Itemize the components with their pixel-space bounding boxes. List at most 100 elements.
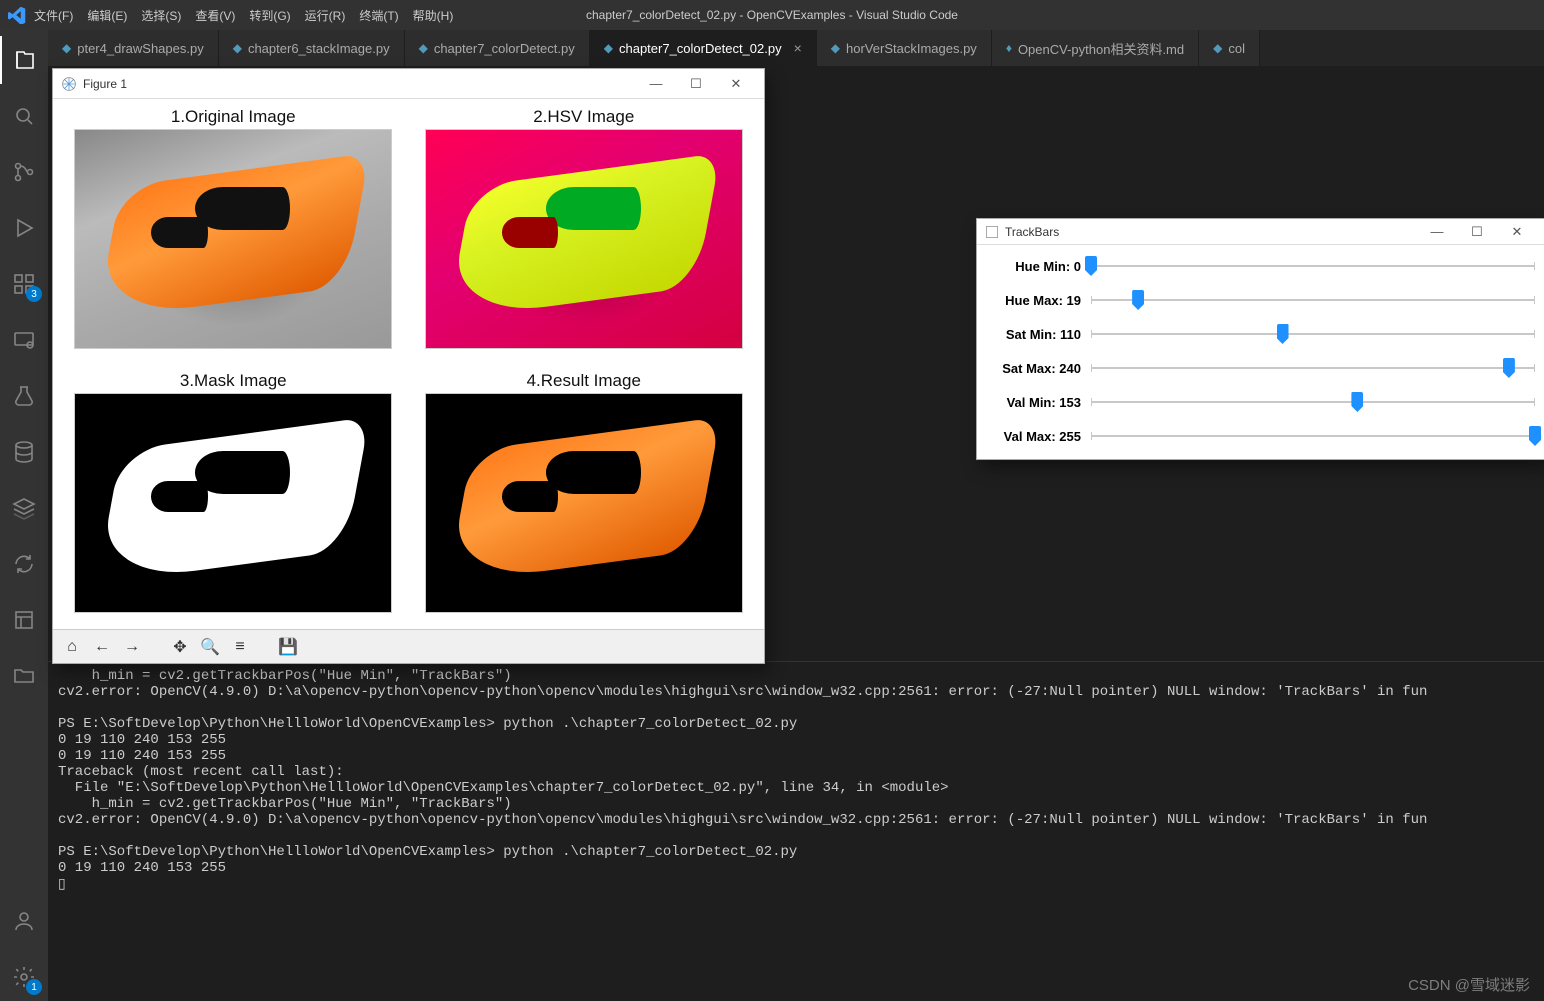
tab-label: chapter7_colorDetect_02.py [619,41,782,56]
slider-thumb-icon[interactable] [1132,290,1144,310]
explorer-icon[interactable] [0,36,48,84]
slider-thumb-icon[interactable] [1277,324,1289,344]
tab-label: chapter7_colorDetect.py [434,41,575,56]
trackbar-label: Sat Min: 110 [983,327,1085,342]
mask-image [74,393,392,613]
slider-thumb-icon[interactable] [1085,256,1097,276]
subplot-title: 3.Mask Image [180,371,287,391]
configure-icon[interactable]: ≡ [229,638,251,656]
trackbar-slider[interactable] [1091,324,1535,344]
file-icon: ◆ [419,41,428,55]
file-icon: ◆ [1213,41,1222,55]
menu-file[interactable]: 文件(F) [34,7,73,24]
trackbar-row: Hue Min: 0 [983,249,1535,283]
trackbar-slider[interactable] [1091,392,1535,412]
file-icon: ◆ [831,41,840,55]
back-icon[interactable]: ← [91,638,113,656]
watermark: CSDN @雪域迷影 [1408,974,1530,995]
trackbar-slider[interactable] [1091,426,1535,446]
tab-1[interactable]: ◆chapter6_stackImage.py [219,30,405,66]
trackbar-slider[interactable] [1091,256,1535,276]
figure-toolbar: ⌂ ← → ✥ 🔍 ≡ 💾 [53,629,764,663]
sync-icon[interactable] [0,540,48,588]
slider-thumb-icon[interactable] [1503,358,1515,378]
trackbar-row: Val Max: 255 [983,419,1535,453]
menu-goto[interactable]: 转到(G) [249,7,290,24]
folder-icon[interactable] [0,652,48,700]
scm-icon[interactable] [0,148,48,196]
zoom-icon[interactable]: 🔍 [199,637,221,657]
trackbar-slider[interactable] [1091,290,1535,310]
tab-2[interactable]: ◆ chapter7_colorDetect.py [405,30,590,66]
file-icon: ♦ [1006,41,1012,55]
home-icon[interactable]: ⌂ [61,638,83,656]
figure-title: Figure 1 [83,77,127,91]
hsv-image [425,129,743,349]
gear-icon[interactable]: 1 [0,953,48,1001]
figure-titlebar[interactable]: Figure 1 — ☐ ✕ [53,69,764,99]
opencv-window-icon [985,225,999,239]
menu-selection[interactable]: 选择(S) [141,7,181,24]
tab-label: pter4_drawShapes.py [77,41,203,56]
slider-thumb-icon[interactable] [1529,426,1541,446]
subplot-hsv: 2.HSV Image [412,103,757,361]
terminal[interactable]: h_min = cv2.getTrackbarPos("Hue Min", "T… [48,661,1544,1001]
tab-4[interactable]: ◆ horVerStackImages.py [817,30,992,66]
trackbar-row: Sat Max: 240 [983,351,1535,385]
trackbar-label: Val Max: 255 [983,429,1085,444]
menu-view[interactable]: 查看(V) [195,7,235,24]
trackbars-title: TrackBars [1005,225,1059,239]
database-icon[interactable] [0,428,48,476]
subplot-original: 1.Original Image [61,103,406,361]
trackbar-slider[interactable] [1091,358,1535,378]
subplot-title: 1.Original Image [171,107,296,127]
subplot-result: 4.Result Image [412,367,757,625]
tab-label: horVerStackImages.py [846,41,977,56]
project-icon[interactable] [0,596,48,644]
figure-body: 1.Original Image 2.HSV Image 3.Mask Imag… [53,99,764,629]
tab-label: OpenCV-python相关资料.md [1018,39,1184,58]
menu-terminal[interactable]: 终端(T) [359,7,398,24]
result-image [425,393,743,613]
close-icon[interactable]: ✕ [1497,224,1537,240]
subplot-mask: 3.Mask Image [61,367,406,625]
file-icon: ◆ [233,41,242,55]
menubar[interactable]: 文件(F) 编辑(E) 选择(S) 查看(V) 转到(G) 运行(R) 终端(T… [34,7,453,24]
minimize-icon[interactable]: — [1417,224,1457,239]
subplot-title: 4.Result Image [527,371,641,391]
tab-0[interactable]: ◆ pter4_drawShapes.py [48,30,219,66]
close-icon[interactable]: ✕ [716,76,756,92]
tab-close-icon[interactable]: × [794,40,802,56]
save-icon[interactable]: 💾 [277,637,299,657]
file-icon: ◆ [604,41,613,55]
trackbars-titlebar[interactable]: TrackBars — ☐ ✕ [977,219,1544,245]
menu-run[interactable]: 运行(R) [305,7,346,24]
maximize-icon[interactable]: ☐ [676,76,716,92]
account-icon[interactable] [0,897,48,945]
slider-thumb-icon[interactable] [1351,392,1363,412]
tab-3[interactable]: ◆ chapter7_colorDetect_02.py × [590,30,817,66]
maximize-icon[interactable]: ☐ [1457,224,1497,240]
tab-5[interactable]: ♦ OpenCV-python相关资料.md [992,30,1199,66]
subplot-title: 2.HSV Image [533,107,634,127]
tab-label: col [1228,41,1245,56]
menu-help[interactable]: 帮助(H) [413,7,454,24]
file-icon: ◆ [62,41,71,55]
editor-tabs: ◆ pter4_drawShapes.py ◆chapter6_stackImage… [48,30,1544,66]
tab-6[interactable]: ◆ col [1199,30,1260,66]
stack-icon[interactable] [0,484,48,532]
trackbar-label: Sat Max: 240 [983,361,1085,376]
matplotlib-icon [61,76,77,92]
remote-icon[interactable] [0,316,48,364]
forward-icon[interactable]: → [121,638,143,656]
minimize-icon[interactable]: — [636,76,676,91]
pan-icon[interactable]: ✥ [169,637,191,657]
search-icon[interactable] [0,92,48,140]
ext-badge: 3 [26,286,42,302]
titlebar: 文件(F) 编辑(E) 选择(S) 查看(V) 转到(G) 运行(R) 终端(T… [0,0,1544,30]
menu-edit[interactable]: 编辑(E) [87,7,127,24]
figure-window: Figure 1 — ☐ ✕ 1.Original Image 2.HSV Im… [52,68,765,664]
run-debug-icon[interactable] [0,204,48,252]
testing-icon[interactable] [0,372,48,420]
extensions-icon[interactable]: 3 [0,260,48,308]
